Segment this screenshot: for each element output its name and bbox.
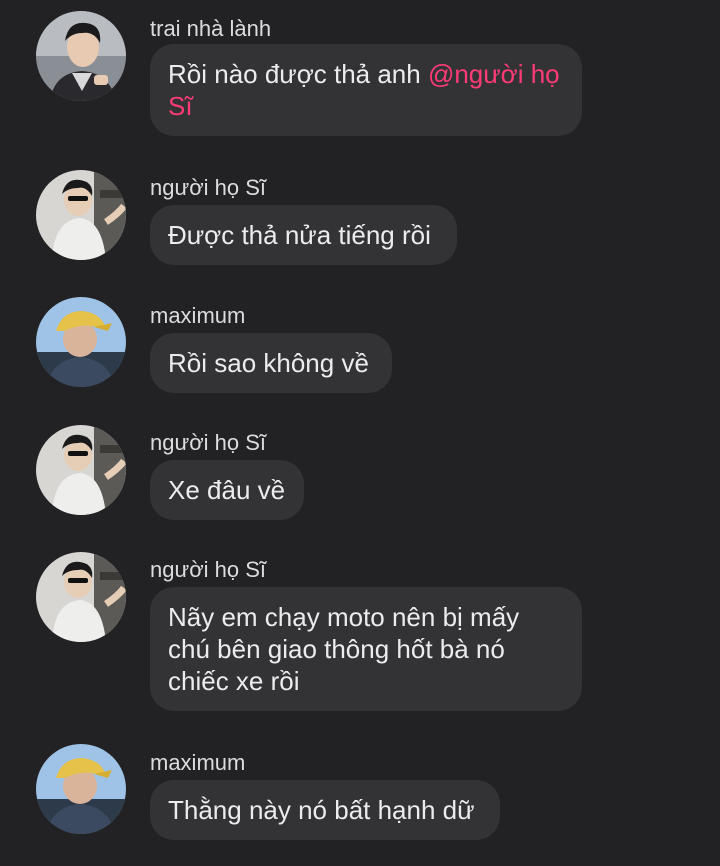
sender-name: maximum [150,303,246,328]
message-bubble[interactable]: Được thả nửa tiếng rồi [150,205,457,265]
message-text: Nãy em chạy moto nên bị mấy chú bên giao… [168,602,520,696]
message-text: Được thả nửa tiếng rồi [168,220,431,250]
avatar[interactable] [36,552,126,642]
user-avatar-icon [36,297,126,387]
sender-name: người họ Sĩ [150,430,266,455]
sender-name: người họ Sĩ [150,175,266,200]
message-bubble[interactable]: Rồi nào được thả anh @người họ Sĩ [150,44,582,136]
user-avatar-icon [36,552,126,642]
sender-name: maximum [150,750,246,775]
message-bubble[interactable]: Rồi sao không về [150,333,392,393]
message-bubble[interactable]: Nãy em chạy moto nên bị mấy chú bên giao… [150,587,582,711]
message-bubble[interactable]: Thằng này nó bất hạnh dữ [150,780,500,840]
message-text: Thằng này nó bất hạnh dữ [168,795,475,825]
message-text: Xe đâu về [168,475,286,505]
avatar[interactable] [36,11,126,101]
user-avatar-icon [36,425,126,515]
sender-name: người họ Sĩ [150,557,266,582]
user-avatar-icon [36,744,126,834]
sender-name: trai nhà lành [150,16,272,41]
avatar[interactable] [36,297,126,387]
user-avatar-icon [36,170,126,260]
avatar[interactable] [36,170,126,260]
user-avatar-icon [36,11,126,101]
avatar[interactable] [36,744,126,834]
message-text: Rồi sao không về [168,348,369,378]
avatar[interactable] [36,425,126,515]
message-bubble[interactable]: Xe đâu về [150,460,304,520]
message-text: Rồi nào được thả anh [168,59,428,89]
